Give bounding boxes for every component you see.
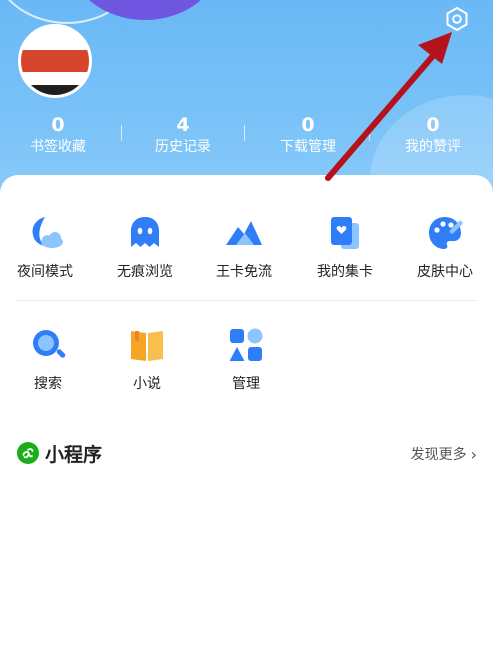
- night-mode-icon: [32, 217, 63, 248]
- feature-label: 王卡免流: [216, 264, 272, 280]
- chevron-right-icon: ›: [470, 444, 477, 464]
- menu-card: 夜间模式 无痕浏览 王卡免流 我的集卡 皮肤中心 搜索 小说 管理 小程序 发现…: [0, 175, 493, 650]
- ghost-icon: [131, 217, 159, 247]
- incognito-button[interactable]: 无痕浏览: [100, 213, 190, 281]
- stat-label: 下载管理: [280, 139, 336, 155]
- discover-more-link[interactable]: 发现更多 ›: [411, 443, 477, 465]
- tools-row: 搜索 小说 管理: [0, 325, 493, 395]
- novel-button[interactable]: 小说: [102, 325, 192, 393]
- stat-label: 历史记录: [155, 139, 211, 155]
- feature-row: 夜间模式 无痕浏览 王卡免流 我的集卡 皮肤中心: [0, 213, 493, 283]
- search-icon: [33, 330, 66, 358]
- palette-icon: [429, 217, 463, 249]
- feature-label: 皮肤中心: [417, 264, 473, 280]
- stat-value: 0: [51, 114, 65, 136]
- feature-label: 无痕浏览: [117, 264, 173, 280]
- tool-label: 管理: [232, 376, 260, 392]
- book-icon: [131, 331, 163, 361]
- discover-more-label: 发现更多: [410, 447, 467, 463]
- stat-label: 我的赞评: [405, 139, 461, 155]
- night-mode-button[interactable]: 夜间模式: [0, 213, 90, 281]
- stats-bar: 0 书签收藏 4 历史记录 0 下载管理 0 我的赞评: [0, 113, 493, 163]
- feature-label: 夜间模式: [17, 264, 73, 280]
- settings-icon: [446, 7, 468, 31]
- stat-downloads[interactable]: 0 下载管理: [258, 113, 358, 157]
- tool-label: 小说: [133, 376, 161, 392]
- stat-value: 0: [426, 114, 440, 136]
- stat-divider: [369, 125, 370, 141]
- card-collection-button[interactable]: 我的集卡: [300, 213, 390, 281]
- stat-divider: [121, 125, 122, 141]
- section-divider: [15, 300, 478, 301]
- cards-icon: [331, 217, 359, 249]
- manage-button[interactable]: 管理: [201, 325, 291, 393]
- manage-icon: [229, 328, 263, 361]
- stat-history[interactable]: 4 历史记录: [133, 113, 233, 157]
- mountain-icon: [226, 221, 262, 245]
- search-button[interactable]: 搜索: [3, 325, 93, 393]
- stat-divider: [244, 125, 245, 141]
- stat-bookmarks[interactable]: 0 书签收藏: [8, 113, 108, 157]
- stat-value: 4: [176, 114, 190, 136]
- stat-label: 书签收藏: [30, 139, 86, 155]
- stat-reviews[interactable]: 0 我的赞评: [383, 113, 483, 157]
- feature-label: 我的集卡: [317, 264, 373, 280]
- avatar[interactable]: [18, 24, 92, 98]
- mini-program-title: 小程序: [45, 443, 103, 466]
- settings-button[interactable]: [443, 5, 471, 33]
- skin-center-button[interactable]: 皮肤中心: [400, 213, 490, 281]
- free-data-button[interactable]: 王卡免流: [199, 213, 289, 281]
- mini-program-section-title: 小程序: [17, 440, 102, 466]
- stat-value: 0: [301, 114, 315, 136]
- tool-label: 搜索: [34, 376, 62, 392]
- mini-program-icon: [17, 442, 39, 464]
